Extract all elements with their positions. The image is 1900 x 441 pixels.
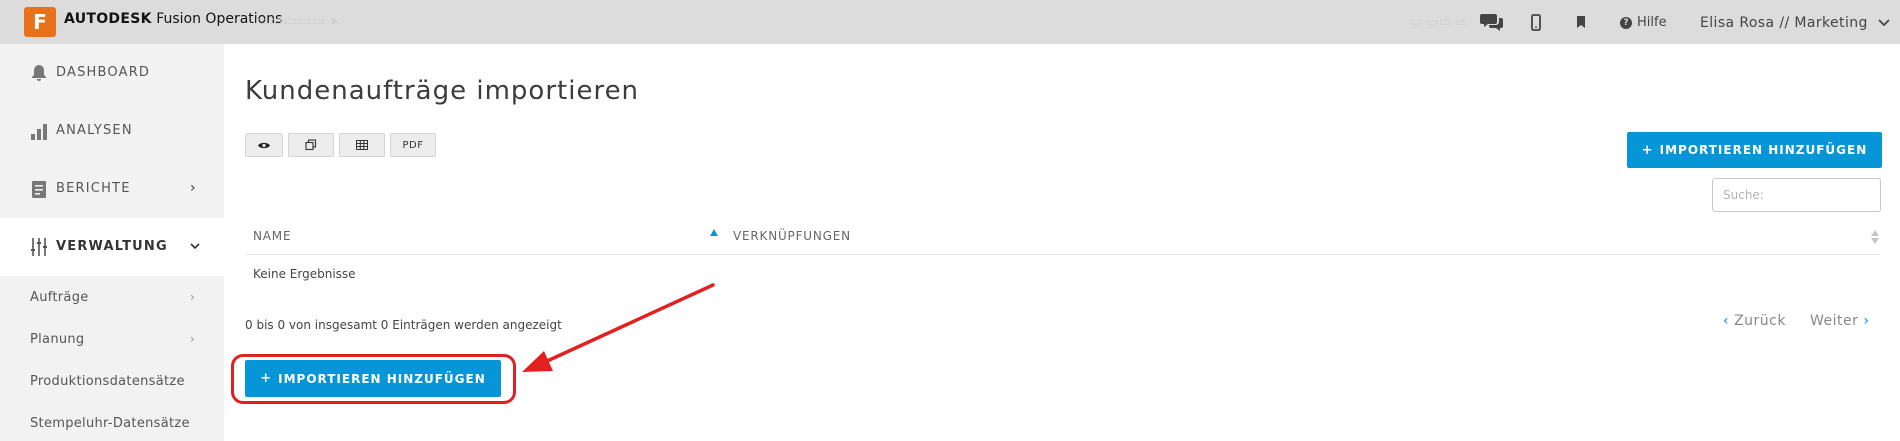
annotation-arrow	[522, 283, 715, 372]
